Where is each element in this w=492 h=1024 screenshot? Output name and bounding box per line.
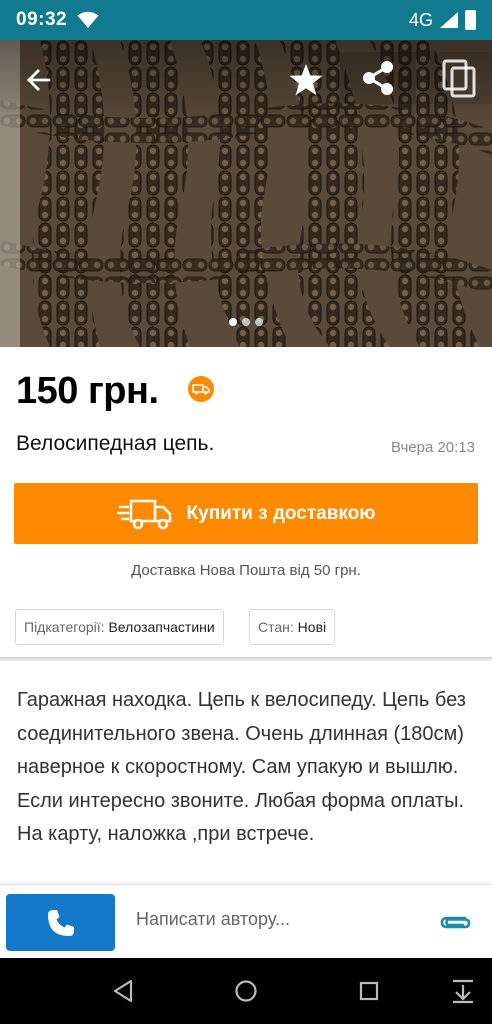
status-indicators: 4G: [409, 10, 476, 31]
phone-icon: [47, 909, 74, 936]
arrow-left-icon: [27, 69, 51, 91]
listing-photo[interactable]: [0, 40, 492, 347]
state-chip[interactable]: Стан: Нові: [249, 609, 336, 645]
pager-dot: [242, 318, 250, 326]
delivery-note: Доставка Нова Пошта від 50 грн.: [131, 562, 361, 579]
status-time: 09:32: [16, 9, 68, 30]
paperclip-icon: [440, 916, 471, 929]
subcategory-chip[interactable]: Підкатегорії: Велозапчастини: [15, 609, 224, 645]
arrow-down-bar-icon: [453, 979, 473, 1004]
pager-dot: [229, 318, 237, 326]
pager-dot: [255, 318, 263, 326]
favorite-button[interactable]: [284, 58, 328, 102]
photo-top-gradient: [0, 40, 492, 130]
message-input[interactable]: [136, 909, 416, 930]
truck-icon: [192, 384, 210, 395]
signal-icon: [440, 12, 458, 28]
back-button[interactable]: [18, 60, 58, 100]
nav-home-button[interactable]: [231, 976, 261, 1006]
section-divider: [0, 657, 492, 661]
contact-bar: [0, 884, 492, 958]
system-nav-bar: [0, 958, 492, 1024]
circle-home-icon: [235, 980, 257, 1002]
square-recents-icon: [359, 981, 379, 1001]
copy-icon: [442, 59, 476, 98]
photo-pager: [0, 318, 492, 326]
copy-button[interactable]: [426, 52, 492, 104]
star-icon: [289, 64, 323, 96]
subcategory-key: Підкатегорії:: [24, 619, 105, 635]
listing-title: Велосипедная цепь.: [16, 432, 215, 455]
status-bar: 09:32 4G: [0, 0, 492, 40]
delivery-badge: [188, 376, 214, 402]
share-icon: [363, 61, 393, 95]
nav-notifications-button[interactable]: [448, 976, 478, 1006]
subcategory-value: Велозапчастини: [108, 619, 215, 635]
share-button[interactable]: [340, 52, 416, 104]
triangle-back-icon: [113, 979, 133, 1003]
truck-icon: [116, 499, 171, 529]
listing-screen: 09:32 4G 150 грн. Велосипедная цепь. Вче…: [0, 0, 492, 1024]
listing-price: 150 грн.: [16, 370, 159, 412]
listing-date: Вчера 20:13: [390, 439, 475, 456]
nav-back-button[interactable]: [108, 976, 138, 1006]
buy-with-delivery-button[interactable]: Купити з доставкою: [14, 483, 478, 544]
wifi-icon: [77, 11, 99, 28]
nav-recents-button[interactable]: [354, 976, 384, 1006]
attach-button[interactable]: [438, 909, 472, 935]
call-button[interactable]: [6, 894, 115, 951]
buy-button-label: Купити з доставкою: [186, 502, 376, 524]
state-key: Стан:: [258, 619, 294, 635]
network-type: 4G: [408, 9, 433, 30]
battery-icon: [465, 10, 476, 30]
listing-description: Гаражная находка. Цепь к велосипеду. Цеп…: [17, 689, 466, 846]
state-value: Нові: [297, 619, 327, 635]
